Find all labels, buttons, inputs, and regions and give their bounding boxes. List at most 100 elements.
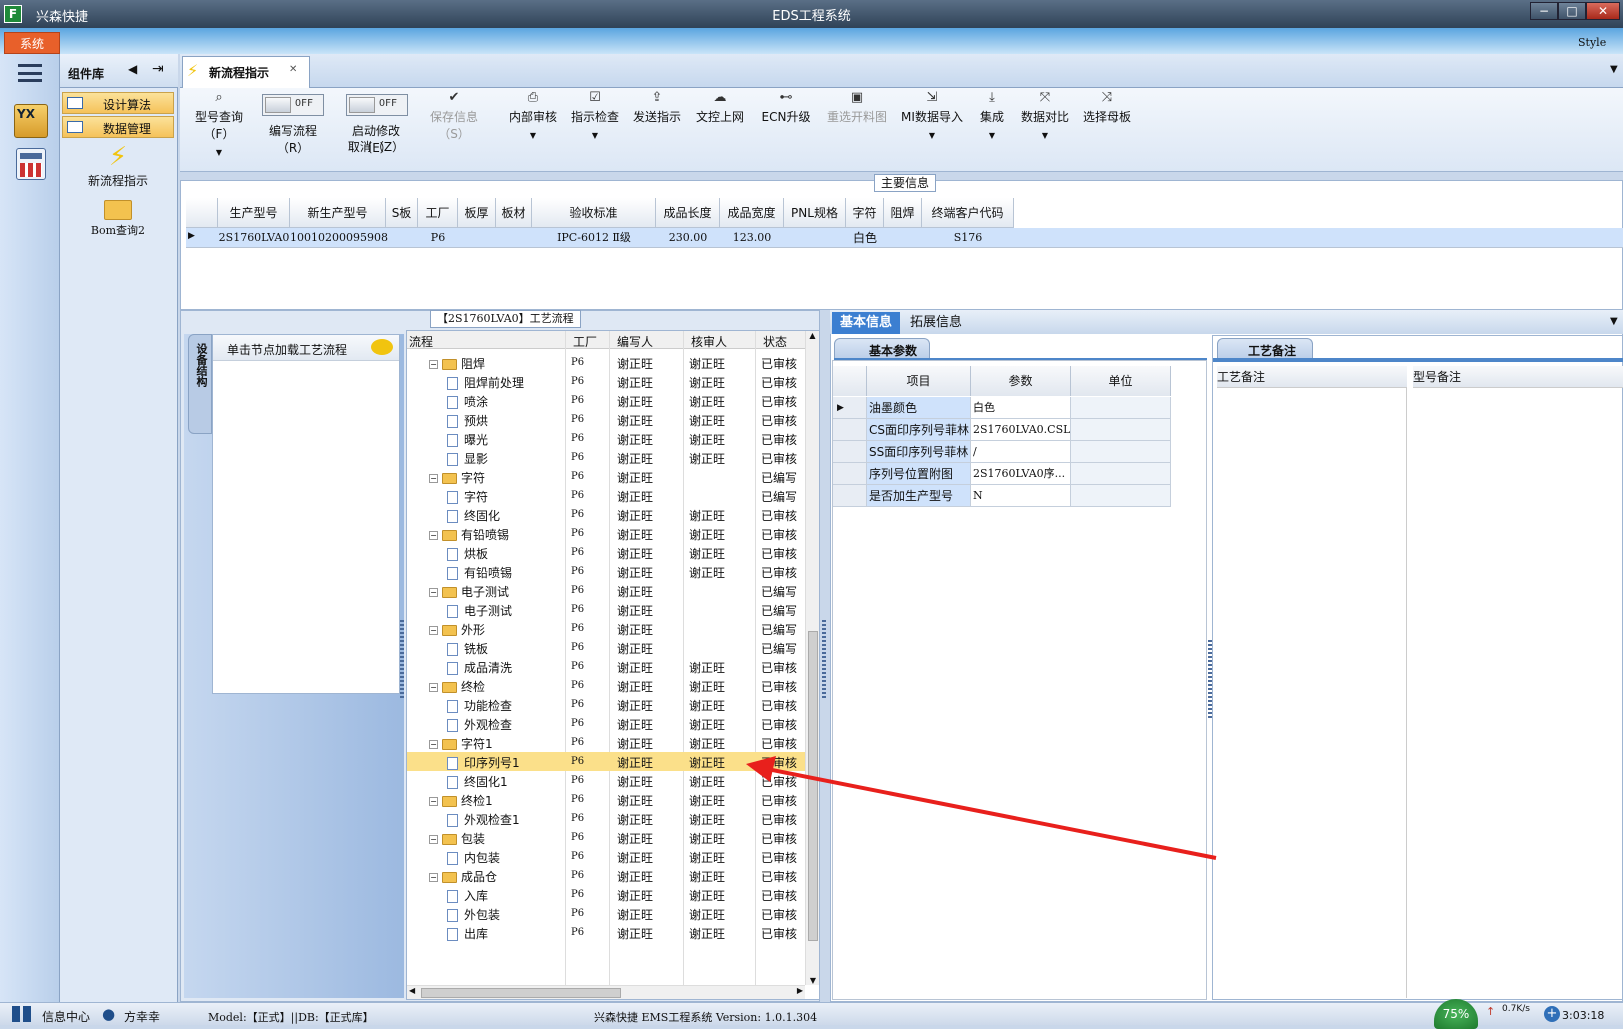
collapse-node-icon[interactable]: − (429, 360, 438, 369)
param-item[interactable]: 是否加生产型号 (867, 485, 971, 507)
minimize-button[interactable]: − (1530, 2, 1558, 20)
reselect-cutting-chart-button[interactable]: ▣ 重选开料图 (822, 90, 892, 125)
windows-grid-icon[interactable] (12, 1006, 32, 1022)
tree-row[interactable]: 字符 P6 谢正旺 已编写 (407, 486, 805, 505)
cell-factory[interactable]: P6 (418, 228, 458, 248)
tree-row[interactable]: 烘板 P6 谢正旺 谢正旺 已审核 (407, 543, 805, 562)
panel-menu-chevron-icon[interactable]: ▼ (1610, 316, 1618, 327)
info-center-label[interactable]: 信息中心 (42, 1008, 90, 1025)
col-item[interactable]: 项目 (867, 366, 971, 396)
cell-production-model[interactable]: 2S1760LVA0 (218, 228, 290, 248)
model-query-button[interactable]: ⌕ 型号查询（F） ▼ (184, 90, 254, 157)
scroll-down-icon[interactable]: ▼ (806, 976, 820, 985)
col-flow[interactable]: 流程 (409, 333, 433, 350)
tree-row[interactable]: 出库 P6 谢正旺 谢正旺 已审核 (407, 923, 805, 942)
horizontal-scrollbar[interactable]: ◀ ▶ (407, 985, 805, 999)
col-solder-mask[interactable]: 阻焊 (884, 198, 922, 228)
library-item-data-management[interactable]: 数据管理 (62, 116, 174, 138)
add-icon[interactable]: + (1544, 1006, 1560, 1022)
tree-row[interactable]: 入库 P6 谢正旺 谢正旺 已审核 (407, 885, 805, 904)
model-note-textarea[interactable] (1413, 388, 1623, 998)
collapse-node-icon[interactable]: − (429, 740, 438, 749)
tree-row[interactable]: 终固化 P6 谢正旺 谢正旺 已审核 (407, 505, 805, 524)
param-value[interactable]: N (971, 485, 1071, 507)
calculator-module-icon[interactable] (16, 148, 46, 180)
collapse-node-icon[interactable]: − (429, 873, 438, 882)
dropdown-chevron-icon[interactable]: ▼ (184, 148, 254, 157)
param-unit[interactable] (1071, 419, 1171, 441)
tree-row[interactable]: 显影 P6 谢正旺 谢正旺 已审核 (407, 448, 805, 467)
col-writer[interactable]: 编写人 (617, 333, 653, 350)
param-unit[interactable] (1071, 397, 1171, 419)
col-unit[interactable]: 单位 (1071, 366, 1171, 396)
close-window-button[interactable]: ✕ (1586, 2, 1620, 20)
param-unit[interactable] (1071, 463, 1171, 485)
tab-close-icon[interactable]: ✕ (289, 64, 297, 75)
internal-review-button[interactable]: ⎙ 内部审核 ▼ (504, 90, 562, 140)
tree-row[interactable]: 喷涂 P6 谢正旺 谢正旺 已审核 (407, 391, 805, 410)
col-factory[interactable]: 工厂 (573, 333, 597, 350)
tree-row[interactable]: − 有铅喷锡 P6 谢正旺 谢正旺 已审核 (407, 524, 805, 543)
param-row-indicator[interactable]: ▶ (833, 397, 867, 419)
mi-data-import-button[interactable]: ⇲ MI数据导入 ▼ (898, 90, 966, 140)
dropdown-chevron-icon[interactable]: ▼ (898, 131, 966, 140)
col-product-length[interactable]: 成品长度 (656, 198, 720, 228)
param-item[interactable]: 序列号位置附图 (867, 463, 971, 485)
speech-bubble-icon[interactable] (371, 339, 393, 355)
col-product-width[interactable]: 成品宽度 (720, 198, 784, 228)
process-note-textarea[interactable] (1215, 388, 1407, 998)
cell-product-width[interactable]: 123.00 (720, 228, 784, 248)
pin-icon[interactable]: ⇥ (152, 61, 164, 77)
tree-row[interactable]: 预烘 P6 谢正旺 谢正旺 已审核 (407, 410, 805, 429)
splitter-handle[interactable] (400, 620, 404, 700)
collapse-node-icon[interactable]: − (429, 835, 438, 844)
tree-row[interactable]: 曝光 P6 谢正旺 谢正旺 已审核 (407, 429, 805, 448)
collapse-node-icon[interactable]: − (429, 797, 438, 806)
save-info-button[interactable]: ✔ 保存信息（S） (418, 90, 490, 142)
tab-new-process[interactable]: ⚡ 新流程指示 ✕ (182, 56, 310, 88)
notes-tab[interactable]: 工艺备注 (1217, 338, 1313, 360)
new-process-shortcut[interactable]: ⚡ 新流程指示 (78, 142, 158, 190)
dropdown-chevron-icon[interactable]: ▼ (504, 131, 562, 140)
h-scroll-thumb[interactable] (421, 988, 621, 998)
col-factory[interactable]: 工厂 (418, 198, 458, 228)
cell-product-length[interactable]: 230.00 (656, 228, 720, 248)
param-value[interactable]: 2S1760LVA0序... (971, 463, 1071, 485)
col-new-production-model[interactable]: 新生产型号 (290, 198, 386, 228)
tree-row[interactable]: 电子测试 P6 谢正旺 已编写 (407, 600, 805, 619)
col-end-customer-code[interactable]: 终端客户代码 (922, 198, 1014, 228)
basic-params-tab[interactable]: 基本参数 (834, 338, 930, 360)
integrate-button[interactable]: ⤓ 集成 ▼ (972, 90, 1012, 140)
tree-row[interactable]: − 字符 P6 谢正旺 已编写 (407, 467, 805, 486)
col-board-material[interactable]: 板材 (496, 198, 532, 228)
dropdown-chevron-icon[interactable]: ▼ (566, 131, 624, 140)
tab-extended-info[interactable]: 拓展信息 (902, 312, 970, 334)
param-row-indicator[interactable] (833, 463, 867, 485)
cell-end-customer-code[interactable]: S176 (922, 228, 1014, 248)
cell-character[interactable]: 白色 (846, 228, 884, 248)
tree-row[interactable]: 功能检查 P6 谢正旺 谢正旺 已审核 (407, 695, 805, 714)
col-reviewer[interactable]: 核审人 (691, 333, 727, 350)
tab-basic-info[interactable]: 基本信息 (832, 312, 901, 334)
vertical-scrollbar[interactable]: ▲ ▼ (805, 331, 819, 985)
collapse-node-icon[interactable]: − (429, 531, 438, 540)
scroll-right-icon[interactable]: ▶ (797, 986, 803, 995)
collapse-left-icon[interactable]: ◀ (128, 62, 137, 76)
instruction-check-button[interactable]: ☑ 指示检查 ▼ (566, 90, 624, 140)
col-status[interactable]: 状态 (763, 333, 787, 350)
col-pnl-spec[interactable]: PNL规格 (784, 198, 846, 228)
param-item[interactable]: 油墨颜色 (867, 397, 971, 419)
tree-row[interactable]: − 阻焊 P6 谢正旺 谢正旺 已审核 (407, 353, 805, 372)
tree-row[interactable]: 外观检查 P6 谢正旺 谢正旺 已审核 (407, 714, 805, 733)
param-row-indicator[interactable] (833, 485, 867, 507)
tree-row[interactable]: 阻焊前处理 P6 谢正旺 谢正旺 已审核 (407, 372, 805, 391)
col-board-thickness[interactable]: 板厚 (458, 198, 496, 228)
param-item[interactable]: SS面印序列号菲林 (867, 441, 971, 463)
tab-menu-chevron-icon[interactable]: ▼ (1610, 64, 1618, 75)
tab-equipment-structure[interactable]: 设备结构 (188, 334, 212, 434)
scroll-left-icon[interactable]: ◀ (409, 986, 415, 995)
tree-row[interactable]: 铣板 P6 谢正旺 已编写 (407, 638, 805, 657)
tree-row[interactable]: − 电子测试 P6 谢正旺 已编写 (407, 581, 805, 600)
ecn-upgrade-button[interactable]: ⊷ ECN升级 (756, 90, 816, 125)
col-character[interactable]: 字符 (846, 198, 884, 228)
